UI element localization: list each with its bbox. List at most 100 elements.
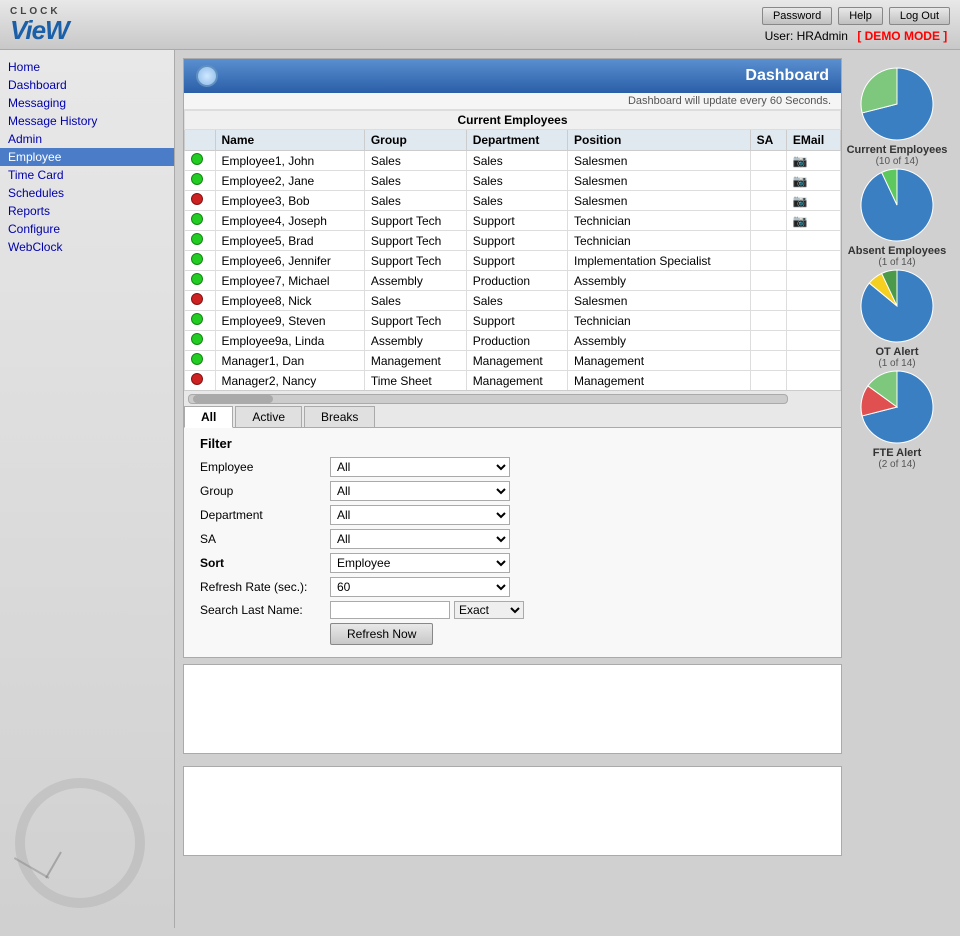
position-cell: Salesmen — [568, 171, 751, 191]
table-row[interactable]: Employee3, Bob Sales Sales Salesmen 📷 — [185, 191, 841, 211]
sidebar-item-employee[interactable]: Employee — [0, 148, 174, 166]
filter-group-label: Group — [200, 484, 330, 498]
table-row[interactable]: Manager1, Dan Management Management Mana… — [185, 351, 841, 371]
hscroll-row[interactable] — [184, 390, 841, 406]
tab-all[interactable]: All — [184, 406, 233, 428]
department-cell: Support — [466, 211, 567, 231]
password-button[interactable]: Password — [762, 7, 832, 25]
group-cell: Sales — [364, 191, 466, 211]
position-cell: Salesmen — [568, 191, 751, 211]
chart-sublabel-1: (1 of 14) — [878, 257, 915, 268]
filter-title: Filter — [200, 436, 825, 451]
chart-sublabel-0: (10 of 14) — [876, 156, 919, 167]
position-cell: Management — [568, 371, 751, 391]
filter-employee-row: Employee All — [200, 457, 825, 477]
chart-label-0: Current Employees — [847, 144, 948, 156]
filter-refresh-select[interactable]: 60 — [330, 577, 510, 597]
sa-cell — [750, 231, 786, 251]
filter-employee-select[interactable]: All — [330, 457, 510, 477]
status-red-icon — [191, 373, 203, 385]
filter-department-select[interactable]: All — [330, 505, 510, 525]
table-row[interactable]: Employee5, Brad Support Tech Support Tec… — [185, 231, 841, 251]
col-position: Position — [568, 130, 751, 151]
table-row[interactable]: Manager2, Nancy Time Sheet Management Ma… — [185, 371, 841, 391]
filter-department-label: Department — [200, 508, 330, 522]
email-cell: 📷 — [786, 151, 840, 171]
table-row[interactable]: Employee6, Jennifer Support Tech Support… — [185, 251, 841, 271]
sidebar: Home Dashboard Messaging Message History… — [0, 50, 175, 928]
email-cell — [786, 311, 840, 331]
filter-section: Filter Employee All Group All — [184, 428, 841, 657]
hscroll-thumb[interactable] — [193, 395, 273, 403]
filter-employee-label: Employee — [200, 460, 330, 474]
group-cell: Sales — [364, 291, 466, 311]
sidebar-item-dashboard[interactable]: Dashboard — [0, 76, 174, 94]
sidebar-item-admin[interactable]: Admin — [0, 130, 174, 148]
filter-sort-label: Sort — [200, 556, 330, 570]
dashboard-header: Dashboard — [184, 59, 841, 93]
sidebar-item-home[interactable]: Home — [0, 58, 174, 76]
sidebar-item-time-card[interactable]: Time Card — [0, 166, 174, 184]
table-row[interactable]: Employee9, Steven Support Tech Support T… — [185, 311, 841, 331]
tabs-row: All Active Breaks — [184, 406, 841, 428]
group-cell: Assembly — [364, 271, 466, 291]
right-panel: Current Employees (10 of 14) Absent Empl… — [842, 58, 952, 920]
header-buttons: Password Help Log Out — [762, 7, 950, 25]
filter-sa-label: SA — [200, 532, 330, 546]
table-row[interactable]: Employee8, Nick Sales Sales Salesmen — [185, 291, 841, 311]
dashboard-main: Dashboard Dashboard will update every 60… — [183, 58, 952, 920]
filter-department-row: Department All — [200, 505, 825, 525]
sidebar-item-messaging[interactable]: Messaging — [0, 94, 174, 112]
table-row[interactable]: Employee4, Joseph Support Tech Support T… — [185, 211, 841, 231]
filter-search-input[interactable] — [330, 601, 450, 619]
sidebar-nav: Home Dashboard Messaging Message History… — [0, 54, 174, 256]
hscroll-bar[interactable] — [188, 394, 788, 404]
help-button[interactable]: Help — [838, 7, 883, 25]
status-cell — [185, 211, 216, 231]
filter-exact-select[interactable]: Exact — [454, 601, 524, 619]
group-cell: Assembly — [364, 331, 466, 351]
sa-cell — [750, 191, 786, 211]
chart-label-3: FTE Alert — [873, 447, 922, 459]
table-row[interactable]: Employee1, John Sales Sales Salesmen 📷 — [185, 151, 841, 171]
email-cell — [786, 371, 840, 391]
sidebar-item-message-history[interactable]: Message History — [0, 112, 174, 130]
email-cell — [786, 231, 840, 251]
header: CLOCK VieW Password Help Log Out User: H… — [0, 0, 960, 50]
col-sa: SA — [750, 130, 786, 151]
name-cell: Employee5, Brad — [215, 231, 364, 251]
name-cell: Manager2, Nancy — [215, 371, 364, 391]
name-cell: Manager1, Dan — [215, 351, 364, 371]
sidebar-item-configure[interactable]: Configure — [0, 220, 174, 238]
table-row[interactable]: Employee9a, Linda Assembly Production As… — [185, 331, 841, 351]
employee-table-wrap[interactable]: Current Employees Name Group Department … — [184, 110, 841, 390]
department-cell: Management — [466, 371, 567, 391]
logout-button[interactable]: Log Out — [889, 7, 950, 25]
user-label: User: HRAdmin — [765, 29, 848, 43]
sidebar-item-reports[interactable]: Reports — [0, 202, 174, 220]
table-row[interactable]: Employee2, Jane Sales Sales Salesmen 📷 — [185, 171, 841, 191]
refresh-now-button[interactable]: Refresh Now — [330, 623, 433, 645]
tab-active[interactable]: Active — [235, 406, 302, 427]
sidebar-item-webclock[interactable]: WebClock — [0, 238, 174, 256]
status-cell — [185, 271, 216, 291]
sidebar-item-schedules[interactable]: Schedules — [0, 184, 174, 202]
filter-group-select[interactable]: All — [330, 481, 510, 501]
bottom-panel-1 — [183, 664, 842, 754]
filter-sa-select[interactable]: All — [330, 529, 510, 549]
status-green-icon — [191, 153, 203, 165]
name-cell: Employee2, Jane — [215, 171, 364, 191]
tab-breaks[interactable]: Breaks — [304, 406, 375, 427]
status-cell — [185, 331, 216, 351]
department-cell: Sales — [466, 191, 567, 211]
email-cell: 📷 — [786, 171, 840, 191]
status-green-icon — [191, 273, 203, 285]
status-cell — [185, 151, 216, 171]
name-cell: Employee9, Steven — [215, 311, 364, 331]
table-row[interactable]: Employee7, Michael Assembly Production A… — [185, 271, 841, 291]
filter-sort-select[interactable]: Employee — [330, 553, 510, 573]
chart-2: OT Alert (1 of 14) — [847, 268, 948, 369]
email-cell — [786, 351, 840, 371]
position-cell: Technician — [568, 311, 751, 331]
status-red-icon — [191, 293, 203, 305]
